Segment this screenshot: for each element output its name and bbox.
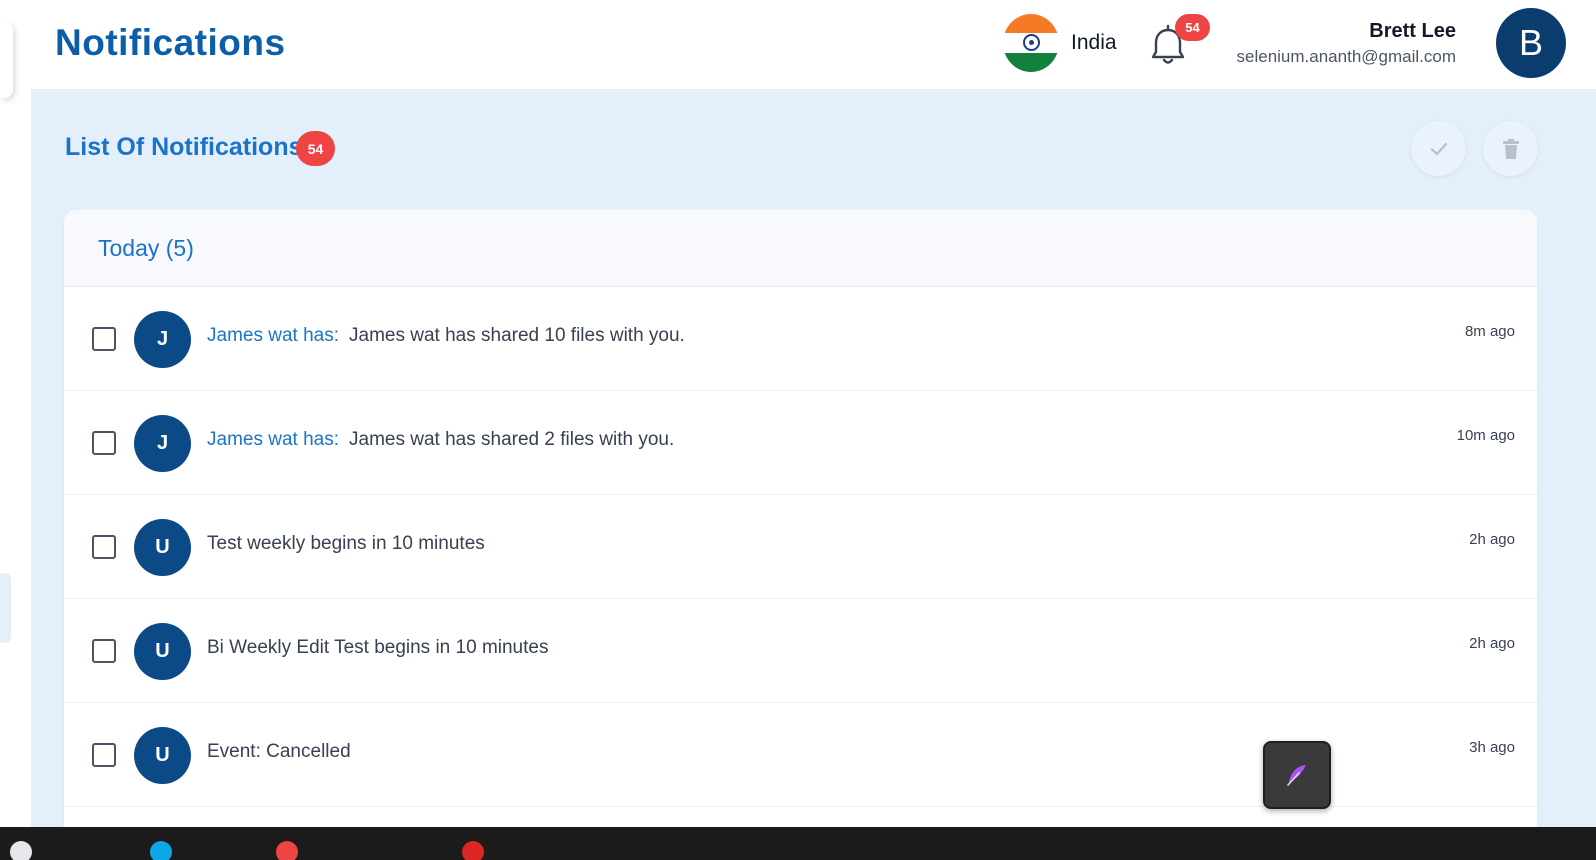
group-title: Today (5) [98,234,194,261]
start-icon[interactable] [10,841,32,860]
sender-avatar: J [134,415,191,472]
notification-time: 3h ago [1469,739,1515,756]
country-selector[interactable]: India [1003,14,1117,72]
sidebar-collapsed-edge[interactable] [0,22,13,98]
notification-sender[interactable]: James wat has: [207,325,339,346]
notification-row[interactable]: J James wat has: James wat has shared 2 f… [64,391,1537,495]
notification-bell-button[interactable]: 54 [1139,14,1210,70]
india-flag-icon [1003,14,1059,72]
notification-time: 10m ago [1456,427,1515,444]
taskbar-app-icon[interactable] [276,841,298,860]
row-checkbox[interactable] [92,639,116,663]
sender-avatar: U [134,623,191,680]
notification-message: James wat has: James wat has shared 10 fi… [207,325,685,347]
group-header: Today (5) [64,210,1537,287]
notification-text: Test weekly begins in 10 minutes [207,533,485,554]
check-icon [1430,142,1447,155]
row-checkbox[interactable] [92,743,116,767]
page-title: Notifications [55,22,286,63]
top-header: Notifications India 54 Brett Lee seleniu… [31,0,1596,89]
taskbar-app-icon[interactable] [150,841,172,860]
notification-time: 2h ago [1469,531,1515,548]
main-content: List Of Notifications 54 Today (5) J Jam… [31,89,1596,860]
sidebar-active-tab[interactable] [0,573,11,643]
user-name: Brett Lee [1369,20,1456,42]
notification-message: James wat has: James wat has shared 2 fil… [207,429,674,451]
taskbar-app-icon[interactable] [462,841,484,860]
notification-message: Event: Cancelled [207,741,351,763]
sender-avatar: U [134,727,191,784]
notification-text: Bi Weekly Edit Test begins in 10 minutes [207,637,549,658]
row-checkbox[interactable] [92,327,116,351]
notification-text: Event: Cancelled [207,741,351,762]
sender-avatar: J [134,311,191,368]
country-label: India [1071,31,1117,54]
floating-tool-button[interactable] [1263,741,1331,809]
notification-row[interactable]: U Test weekly begins in 10 minutes 2h ag… [64,495,1537,599]
notification-time: 2h ago [1469,635,1515,652]
row-checkbox[interactable] [92,431,116,455]
notification-row[interactable]: J James wat has: James wat has shared 10 … [64,287,1537,391]
list-count-badge: 54 [296,131,335,166]
notification-message: Bi Weekly Edit Test begins in 10 minutes [207,637,548,659]
os-taskbar [0,827,1596,860]
feather-icon [1287,765,1306,786]
trash-icon [1502,138,1519,159]
notification-sender[interactable]: James wat has: [207,429,339,450]
notification-text: James wat has shared 2 files with you. [349,429,675,450]
user-avatar[interactable]: B [1496,8,1566,78]
notification-message: Test weekly begins in 10 minutes [207,533,485,555]
notification-time: 8m ago [1464,323,1515,340]
notifications-page: Notifications India 54 Brett Lee seleniu… [0,0,1596,860]
sender-avatar: U [134,519,191,576]
row-checkbox[interactable] [92,535,116,559]
user-email: selenium.ananth@gmail.com [1236,47,1456,66]
delete-selected-button[interactable] [1483,121,1538,176]
notification-row[interactable]: U Bi Weekly Edit Test begins in 10 minut… [64,599,1537,703]
notification-text: James wat has shared 10 files with you. [349,325,685,346]
mark-all-read-button[interactable] [1411,121,1466,176]
bell-count-badge: 54 [1175,14,1210,41]
list-title: List Of Notifications [65,133,303,161]
